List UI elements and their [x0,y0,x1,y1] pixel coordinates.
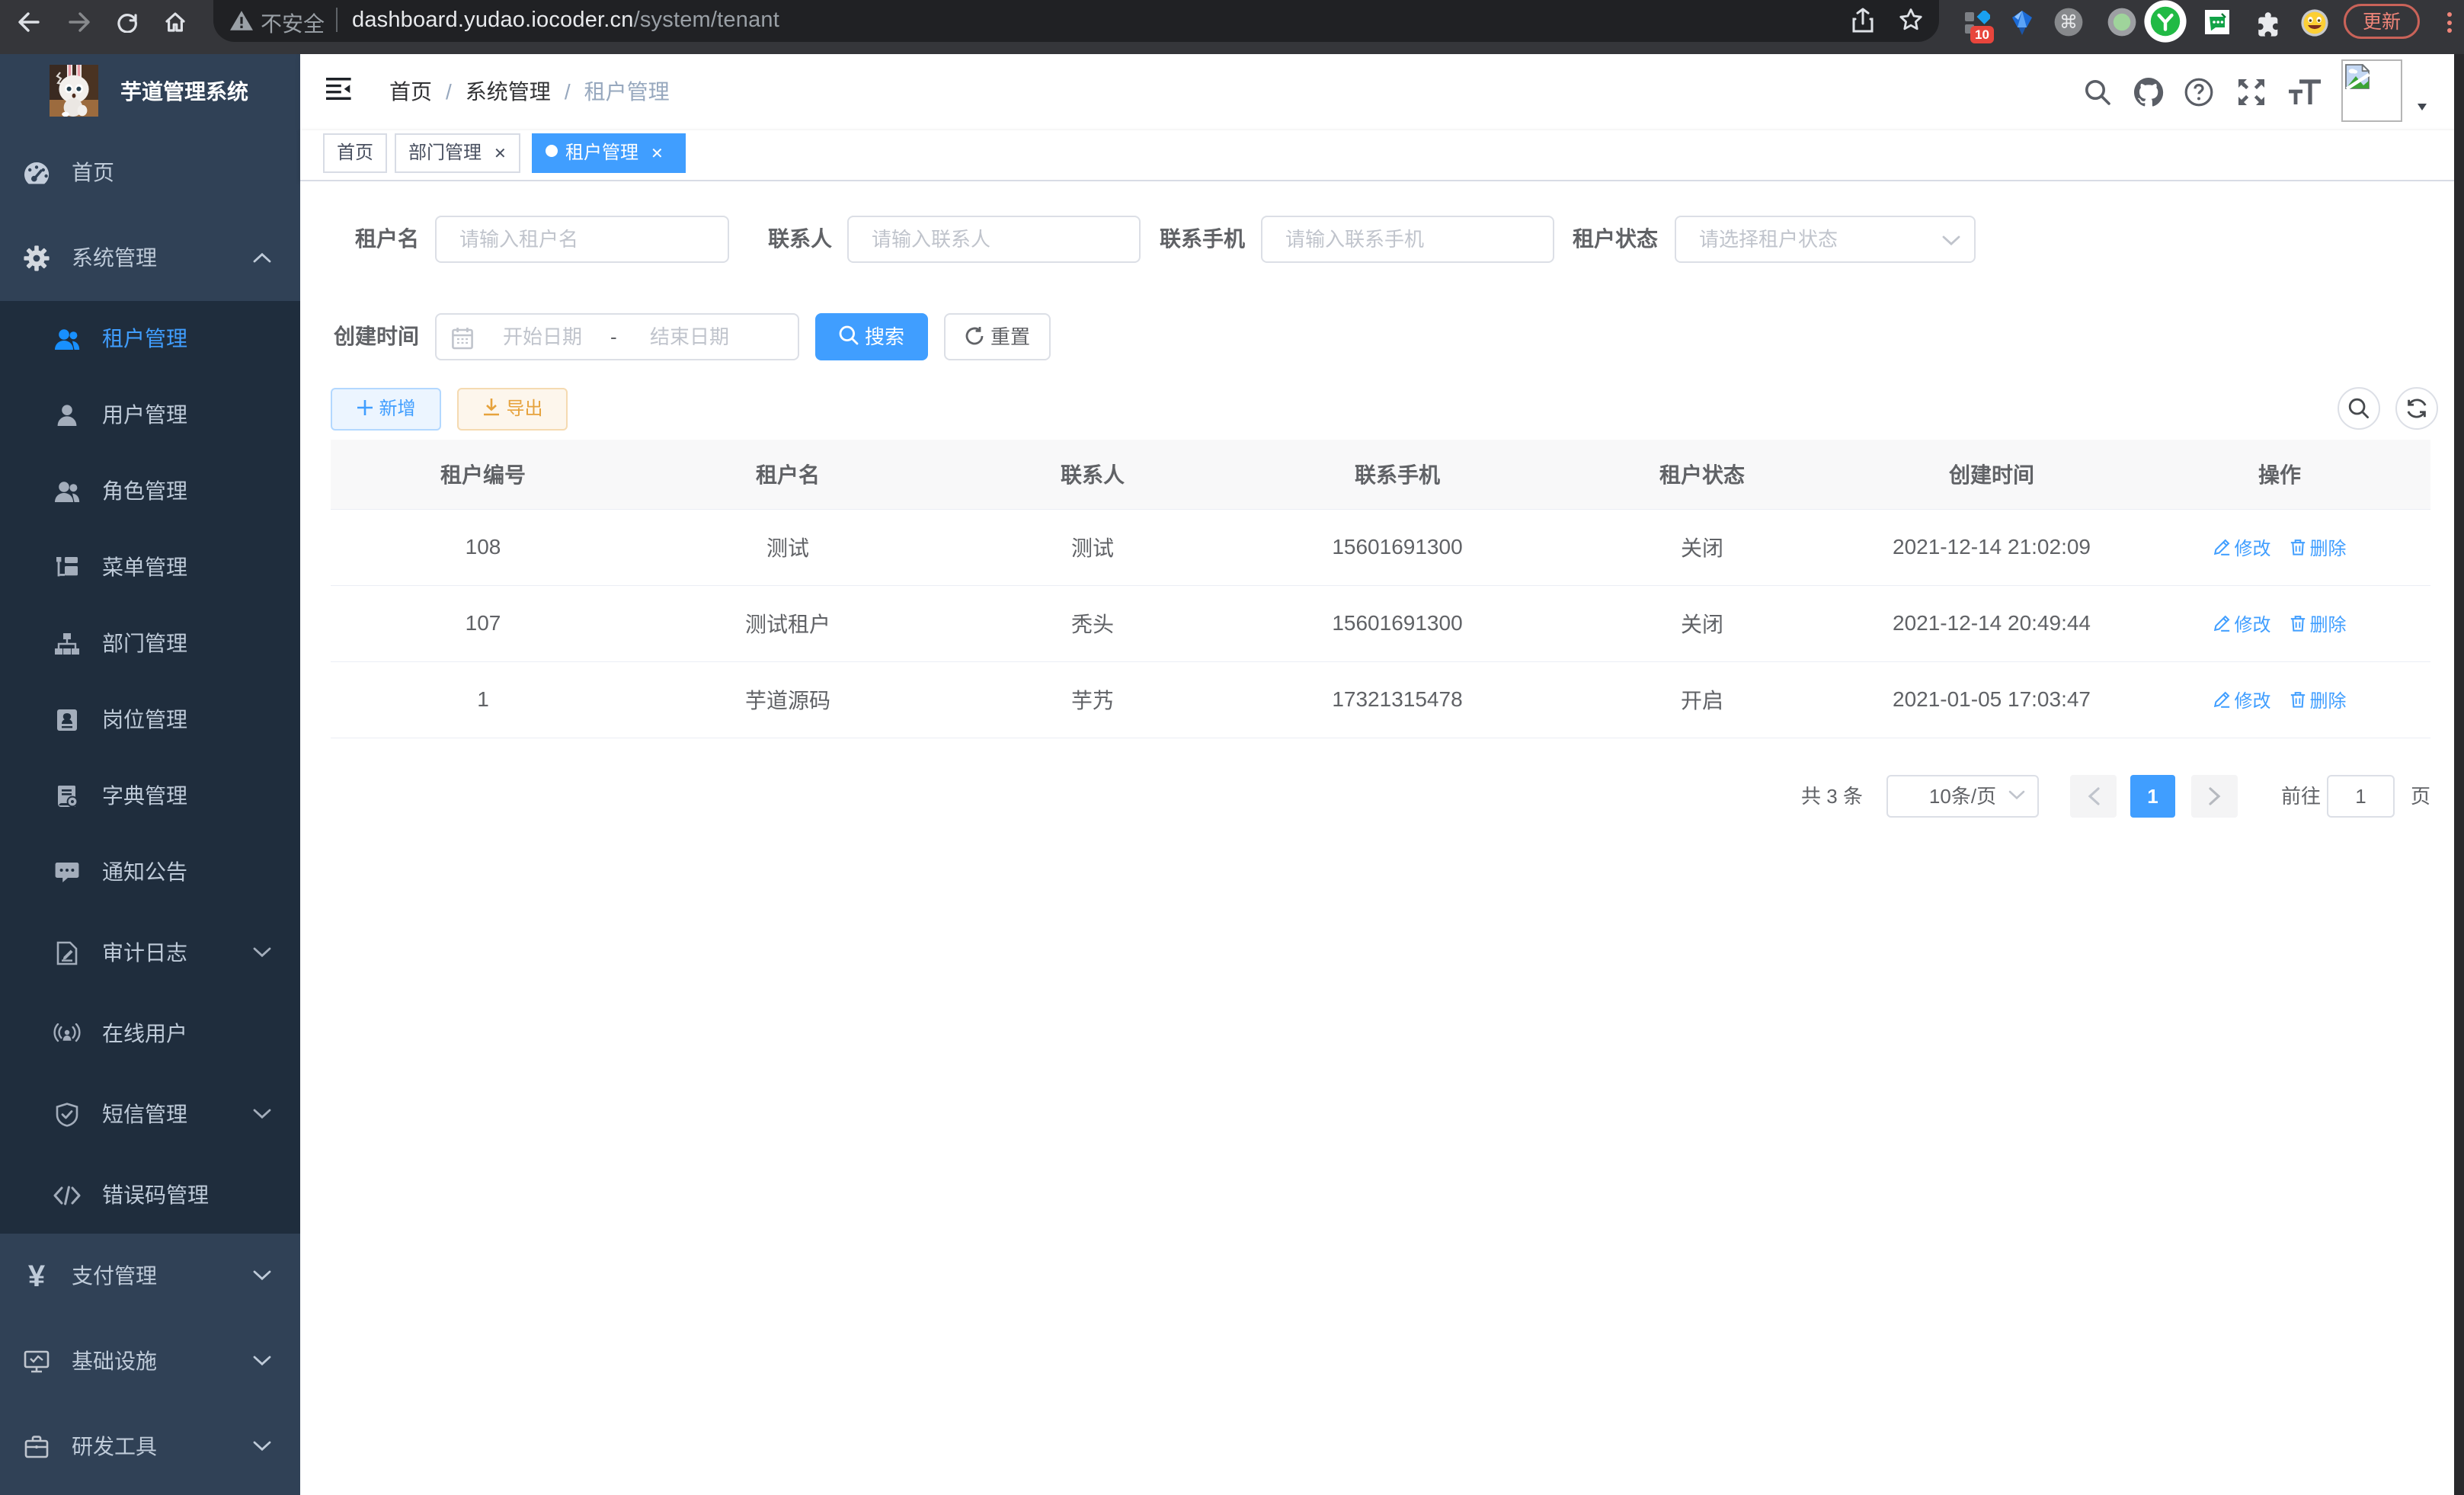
svg-text:⌘: ⌘ [2059,12,2078,33]
